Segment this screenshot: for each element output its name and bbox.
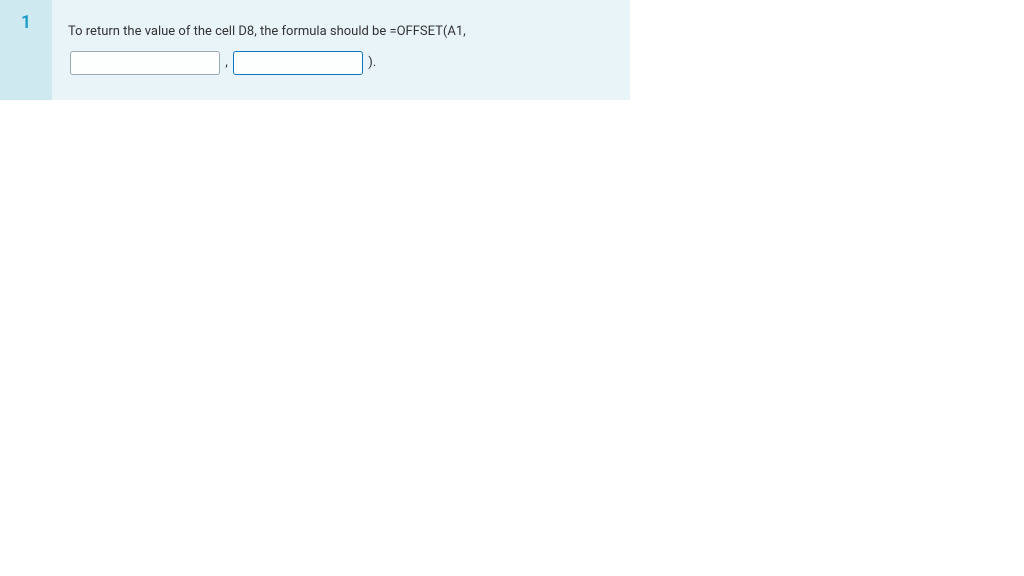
question-text-mid: ,	[225, 55, 228, 70]
answer-input-2[interactable]	[233, 51, 363, 75]
answer-input-1[interactable]	[70, 51, 220, 75]
question-number: 1	[21, 12, 31, 33]
question-content: To return the value of the cell D8, the …	[52, 0, 630, 100]
question-text-before: To return the value of the cell D8, the …	[68, 24, 466, 39]
question-text-after: ).	[368, 55, 376, 70]
question-number-column: 1	[0, 0, 52, 100]
question-block: 1 To return the value of the cell D8, th…	[0, 0, 630, 100]
